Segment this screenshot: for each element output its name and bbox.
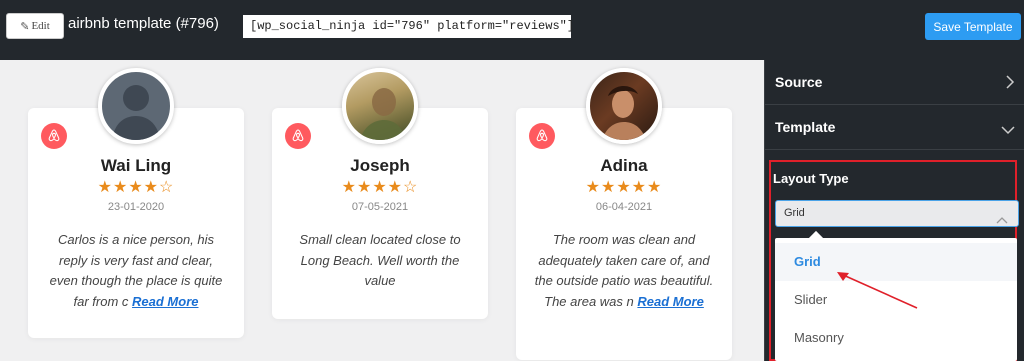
annotation-arrow xyxy=(837,272,918,309)
pencil-icon: ✎ xyxy=(20,20,30,33)
reviewer-name: Wai Ling xyxy=(100,156,172,175)
layout-type-value: Grid xyxy=(784,207,805,219)
reviewer-name: Adina xyxy=(600,156,648,175)
star-rating: ★★★★☆ xyxy=(341,179,419,196)
template-label: Template xyxy=(775,119,836,135)
star-rating: ★★★★★ xyxy=(585,179,663,196)
avatar xyxy=(342,68,418,144)
template-title: airbnb template (#796) xyxy=(68,15,219,32)
preview-area: Wai Ling ★★★★☆ 23-01-2020 Carlos is a ni… xyxy=(0,60,764,361)
settings-sidebar: Source Template Layout Type Grid Grid Sl… xyxy=(764,60,1024,361)
review-date: 23-01-2020 xyxy=(107,201,165,213)
review-date: 06-04-2021 xyxy=(595,201,653,213)
review-body: Small clean located close to Long Beach.… xyxy=(299,232,461,288)
chevron-down-icon xyxy=(1001,122,1015,138)
star-rating: ★★★★☆ xyxy=(97,179,175,196)
template-section[interactable]: Template xyxy=(765,105,1024,150)
avatar xyxy=(586,68,662,144)
edit-label: Edit xyxy=(31,20,50,32)
chevron-up-icon xyxy=(996,209,1008,234)
top-bar: ✎ Edit airbnb template (#796) [wp_social… xyxy=(0,0,1024,56)
review-date: 07-05-2021 xyxy=(351,201,409,213)
review-text: Small clean located close to Long Beach.… xyxy=(288,230,472,292)
source-section[interactable]: Source xyxy=(765,60,1024,105)
read-more-link[interactable]: Read More xyxy=(132,294,198,309)
layout-type-label: Layout Type xyxy=(773,171,849,186)
save-template-button[interactable]: Save Template xyxy=(925,13,1021,40)
shortcode-field[interactable]: [wp_social_ninja id="796" platform="revi… xyxy=(243,15,574,38)
source-label: Source xyxy=(775,74,823,90)
read-more-link[interactable]: Read More xyxy=(637,294,703,309)
chevron-right-icon xyxy=(1005,75,1015,92)
airbnb-icon xyxy=(41,123,67,149)
edit-button[interactable]: ✎ Edit xyxy=(6,13,64,39)
avatar xyxy=(98,68,174,144)
reviewer-name: Joseph xyxy=(350,156,410,175)
layout-type-select[interactable]: Grid xyxy=(775,200,1019,227)
airbnb-icon xyxy=(285,123,311,149)
review-text: Carlos is a nice person, his reply is ve… xyxy=(44,230,228,312)
review-card: Adina ★★★★★ 06-04-2021 The room was clea… xyxy=(516,108,732,360)
review-text: The room was clean and adequately taken … xyxy=(532,230,716,312)
airbnb-icon xyxy=(529,123,555,149)
option-masonry[interactable]: Masonry xyxy=(775,319,1017,357)
